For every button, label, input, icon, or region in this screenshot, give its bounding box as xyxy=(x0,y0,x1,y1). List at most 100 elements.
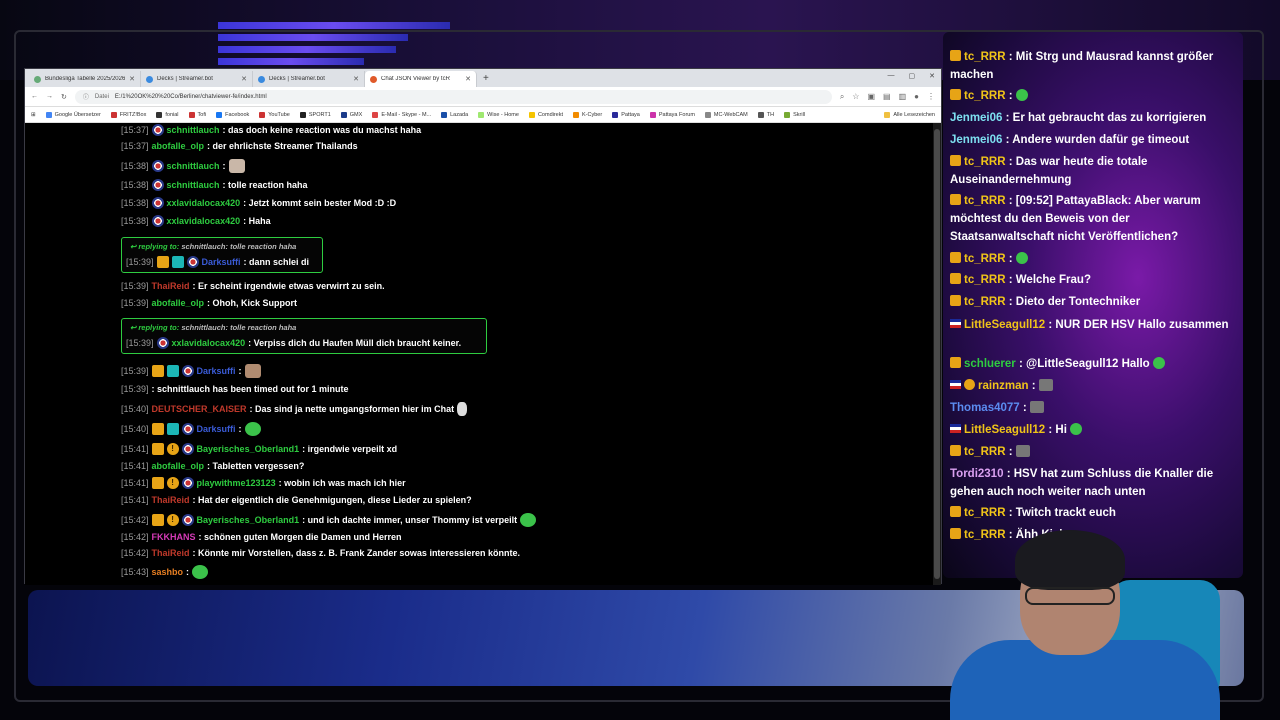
new-tab-icon[interactable]: + xyxy=(483,73,489,84)
username[interactable]: xxlavidalocax420 xyxy=(167,216,241,226)
bookmark-item[interactable]: Pattaya xyxy=(612,111,640,118)
crown-badge-icon xyxy=(950,445,961,456)
username[interactable]: abofalle_olp xyxy=(152,298,205,308)
url-label: Datei xyxy=(94,93,109,100)
timestamp: [15:40] xyxy=(121,404,149,414)
username[interactable]: xxlavidalocax420 xyxy=(172,338,246,348)
timestamp: [15:39] xyxy=(126,338,154,348)
bookmark-label: fonial xyxy=(165,111,179,118)
crown-badge-icon xyxy=(151,365,164,377)
username[interactable]: abofalle_olp xyxy=(152,141,205,151)
close-icon[interactable]: ✕ xyxy=(465,75,471,83)
username[interactable]: Darksuffi xyxy=(197,366,236,376)
username[interactable]: xxlavidalocax420 xyxy=(167,198,241,208)
extension-icon[interactable]: ▤ xyxy=(883,92,891,102)
bookmark-item[interactable]: GMX xyxy=(340,111,362,118)
timestamp: [15:37] xyxy=(121,141,149,151)
overlay-message: Thomas4077 : xyxy=(950,399,1236,417)
bookmark-item[interactable]: K-Cyber xyxy=(573,111,602,118)
extension-icon[interactable]: ▣ xyxy=(867,92,875,102)
bookmark-item[interactable]: YouTube xyxy=(259,111,290,118)
username[interactable]: sashbo xyxy=(152,567,184,577)
timestamp: [15:39] xyxy=(126,257,154,267)
forward-icon[interactable]: → xyxy=(46,93,53,100)
reload-icon[interactable]: ↻ xyxy=(61,93,67,101)
bookmark-item[interactable]: Pattaya Forum xyxy=(649,111,695,118)
username[interactable]: schnittlauch xyxy=(167,125,220,135)
scrollbar-thumb[interactable] xyxy=(934,129,940,579)
bookmark-item[interactable]: Wise - Home xyxy=(478,111,519,118)
username: tc_RRR xyxy=(964,51,1006,63)
tab-decks-2[interactable]: Decks | Streamer.bot ✕ xyxy=(253,71,365,87)
browser-window: Bundesliga Tabelle 2025/2026 ✕ Decks | St… xyxy=(24,68,942,585)
username[interactable]: schnittlauch xyxy=(167,161,220,171)
tab-chat-viewer[interactable]: Chat JSON Viewer by tcR ✕ xyxy=(365,71,477,87)
cat-emote-icon xyxy=(228,159,245,173)
overlay-message: schluerer : @LittleSeagull12 Hallo xyxy=(950,355,1236,373)
username[interactable]: Bayerisches_Oberland1 xyxy=(197,444,300,454)
url-field[interactable]: ⓘ Datei E:/1%20OK%20%20Co/Berliner/chatv… xyxy=(74,89,832,104)
bookmark-item[interactable]: FRITZ!Box xyxy=(110,111,146,118)
crown-badge-icon xyxy=(950,357,961,368)
overlay-message: tc_RRR : Twitch trackt euch xyxy=(950,504,1236,522)
streamer-hair xyxy=(1015,530,1125,590)
bookmark-all-folder[interactable]: Alle Lesezeichen xyxy=(884,111,935,118)
close-icon[interactable]: ✕ xyxy=(241,75,247,83)
username[interactable]: abofalle_olp xyxy=(152,461,205,471)
tab-bundesliga[interactable]: Bundesliga Tabelle 2025/2026 ✕ xyxy=(29,71,141,87)
bookmark-item[interactable]: TH xyxy=(757,111,774,118)
bookmark-item[interactable]: Lazada xyxy=(441,111,468,118)
bookmark-item[interactable]: Skrill xyxy=(784,111,805,118)
bookmark-item[interactable]: MC-WebCAM xyxy=(704,111,748,118)
apps-icon[interactable]: ⊞ xyxy=(31,112,36,118)
message-text: : xyxy=(1008,253,1013,265)
username[interactable]: Darksuffi xyxy=(202,257,241,267)
timestamp: [15:39] xyxy=(121,281,149,291)
message-text: : tolle reaction haha xyxy=(222,180,308,190)
message-text: : xyxy=(1031,380,1036,392)
bookmark-star-icon[interactable]: ☆ xyxy=(852,92,859,102)
bookmark-item[interactable]: Tofi xyxy=(188,111,206,118)
overlay-message: tc_RRR : Mit Strg und Mausrad kannst grö… xyxy=(950,48,1236,84)
username[interactable]: ThaiReid xyxy=(152,281,190,291)
back-icon[interactable]: ← xyxy=(31,93,38,100)
username[interactable]: FKKHANS xyxy=(152,532,196,542)
bookmark-item[interactable]: SPORT1 xyxy=(299,111,331,118)
username[interactable]: DEUTSCHER_KAISER xyxy=(152,404,247,414)
tab-favicon-icon xyxy=(258,75,265,83)
info-icon[interactable]: ⓘ xyxy=(83,92,89,101)
bookmark-item[interactable]: Google Übersetzer xyxy=(45,111,101,118)
username[interactable]: ThaiReid xyxy=(152,495,190,505)
minimize-icon[interactable]: — xyxy=(888,72,895,80)
close-icon[interactable]: ✕ xyxy=(129,75,135,83)
username[interactable]: Darksuffi xyxy=(197,424,236,434)
close-icon[interactable]: ✕ xyxy=(353,75,359,83)
username[interactable]: Bayerisches_Oberland1 xyxy=(197,515,300,525)
maximize-icon[interactable]: ▢ xyxy=(909,72,916,80)
gifter-badge-icon: ! xyxy=(166,477,179,489)
bookmark-item[interactable]: Facebook xyxy=(216,111,249,118)
overlay-message: tc_RRR : Welche Frau? xyxy=(950,271,1236,289)
reply-message: ↩ replying to: schnittlauch: tolle react… xyxy=(121,237,323,273)
overlay-message: LittleSeagull12 : NUR DER HSV Hallo zusa… xyxy=(950,316,1236,334)
tab-decks-1[interactable]: Decks | Streamer.bot ✕ xyxy=(141,71,253,87)
crown-badge-icon xyxy=(950,155,961,166)
message-text: : NUR DER HSV Hallo zusammen xyxy=(1048,319,1229,331)
zoom-icon[interactable]: ⌕ xyxy=(840,92,844,102)
bookmark-item[interactable]: fonial xyxy=(156,111,179,118)
extension-icon[interactable]: ▥ xyxy=(899,92,907,102)
bookmark-item[interactable]: Comdirekt xyxy=(528,111,563,118)
flag-badge-icon xyxy=(151,179,164,191)
bookmark-label: YouTube xyxy=(268,111,290,118)
username[interactable]: ThaiReid xyxy=(152,548,190,558)
username[interactable]: schnittlauch xyxy=(167,180,220,190)
timestamp: [15:41] xyxy=(121,444,149,454)
menu-icon[interactable]: ⋮ xyxy=(927,92,935,102)
username[interactable]: playwithme123123 xyxy=(197,478,276,488)
profile-icon[interactable]: ● xyxy=(914,92,919,102)
chat-scrollbar[interactable] xyxy=(933,123,941,585)
bookmark-item[interactable]: E-Mail - Skype - M... xyxy=(372,111,431,118)
chat-message: [15:41] ThaiReid : Hat der eigentlich di… xyxy=(121,495,472,505)
close-window-icon[interactable]: ✕ xyxy=(929,72,935,80)
emote-icon xyxy=(1038,379,1053,391)
